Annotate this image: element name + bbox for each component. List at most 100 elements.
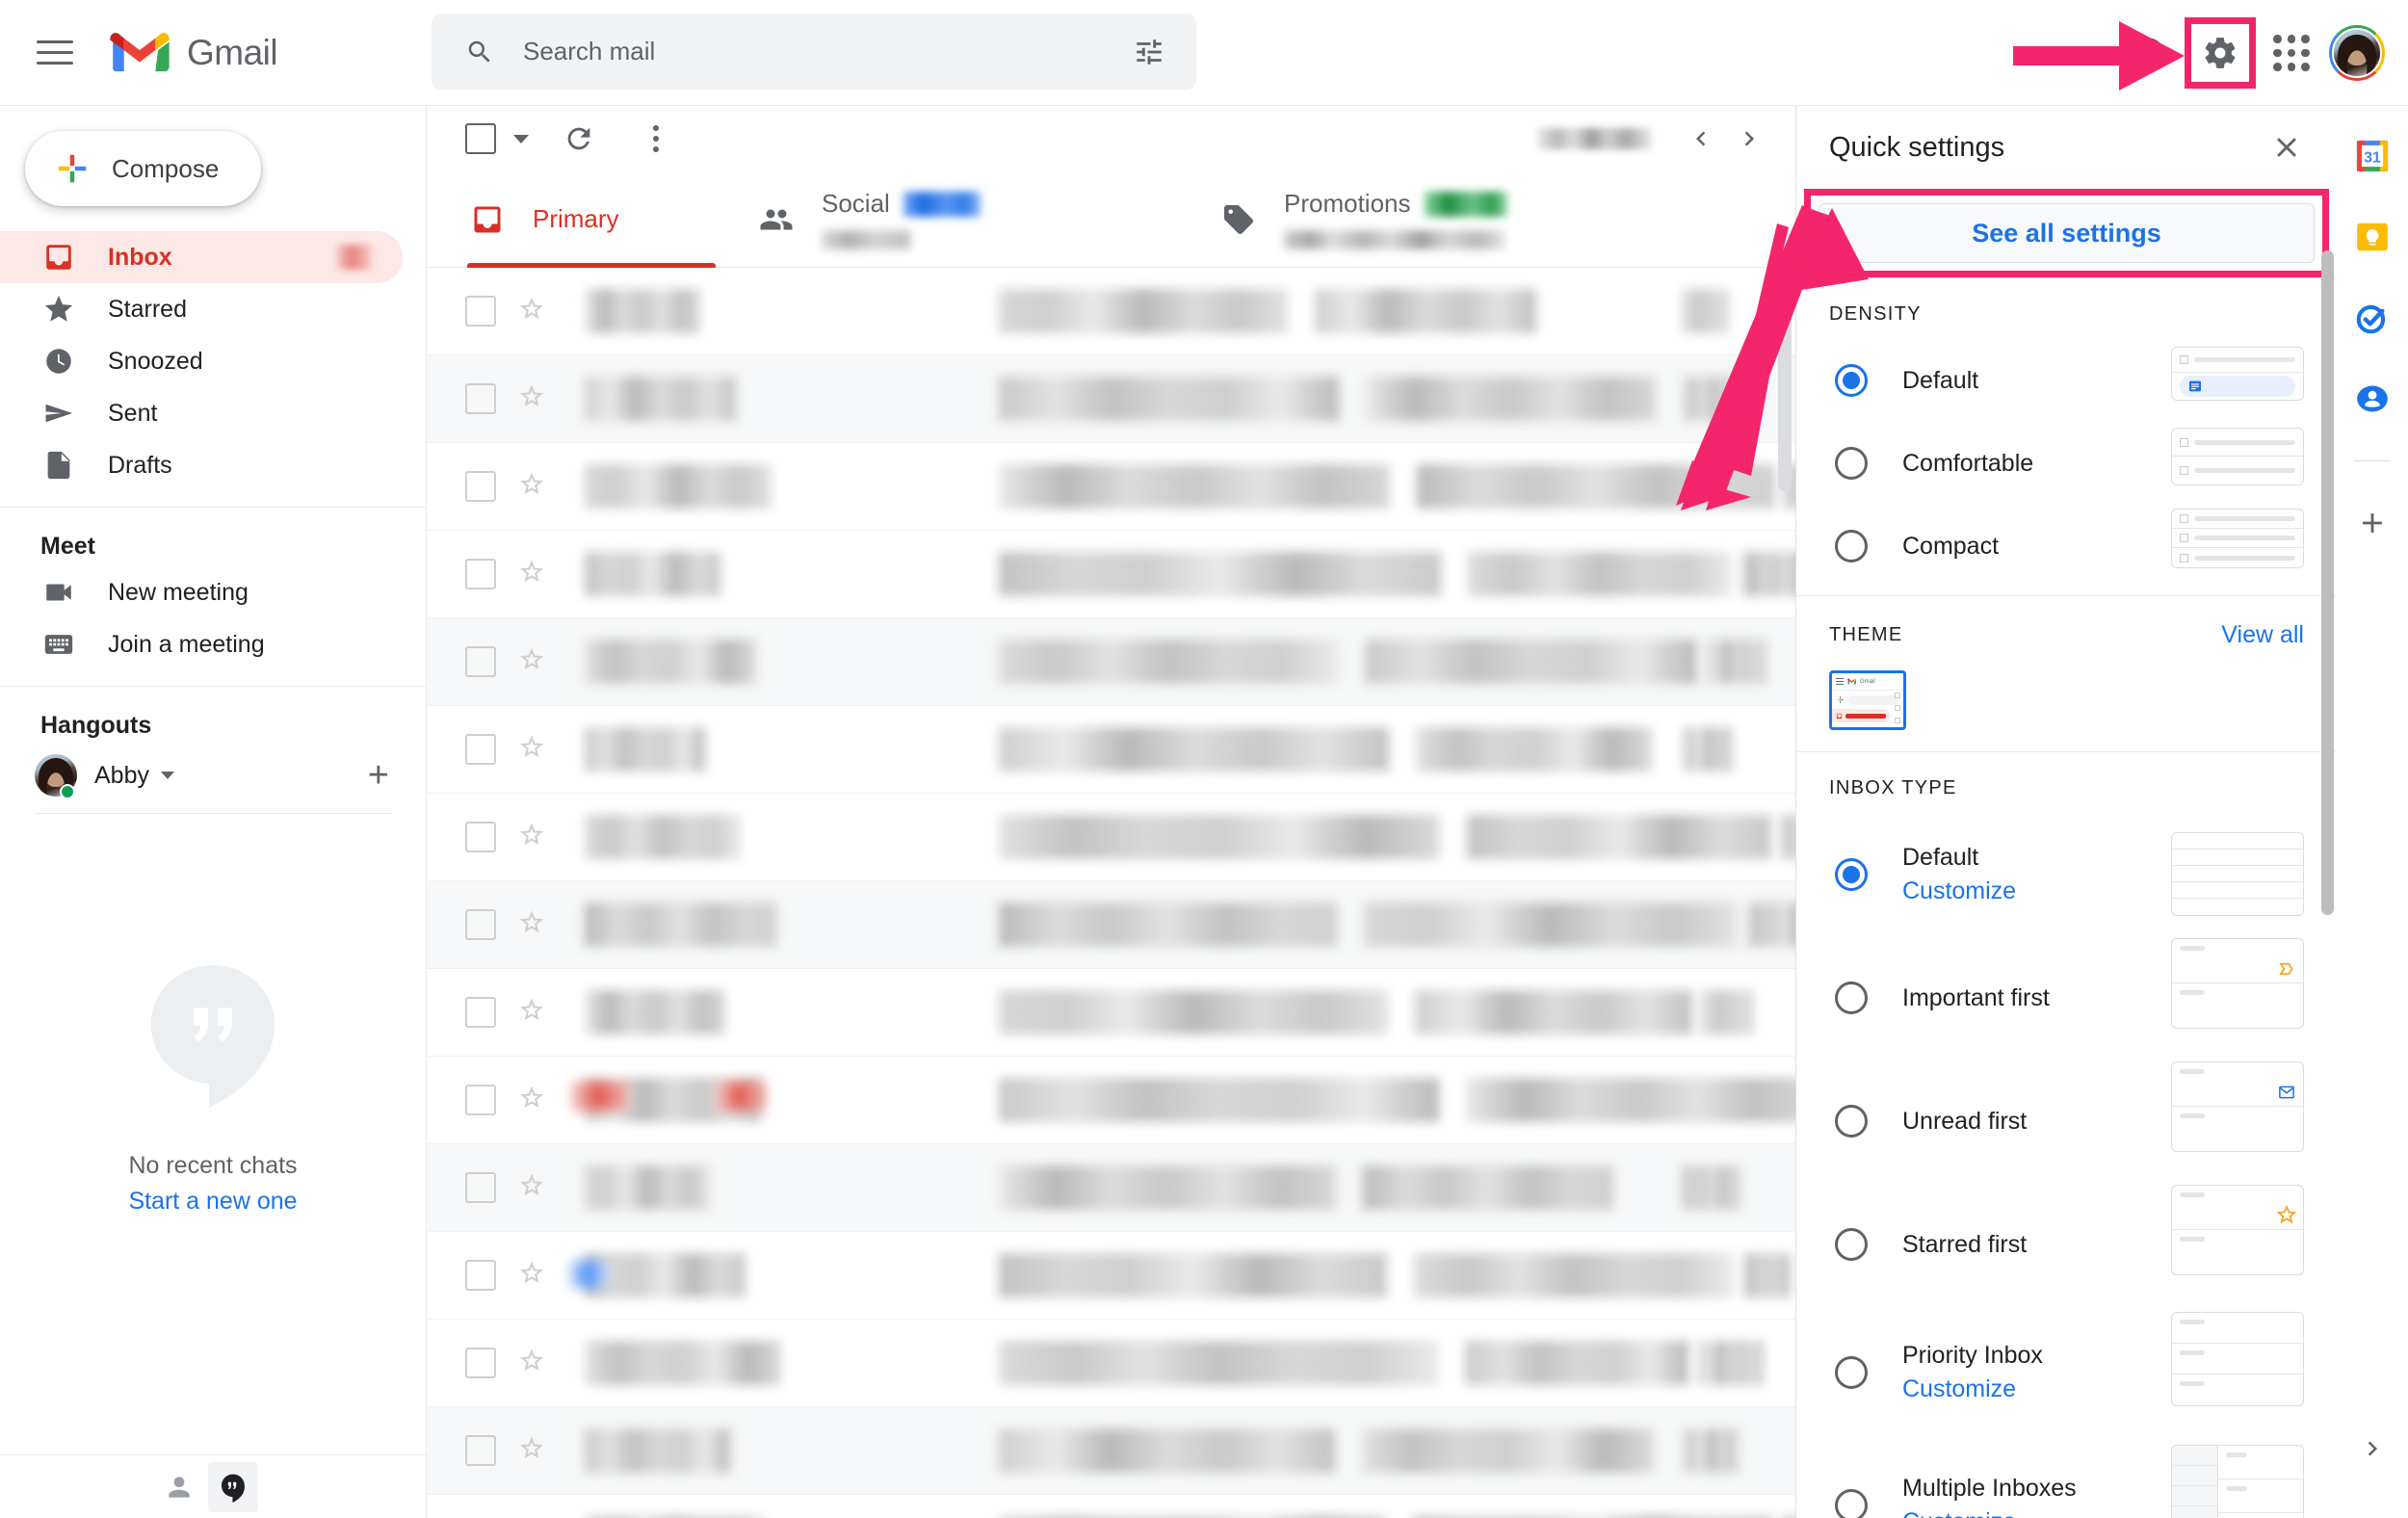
close-icon[interactable]: [2265, 126, 2308, 169]
radio-button[interactable]: [1835, 447, 1868, 480]
hangouts-user-row[interactable]: Abby +: [0, 746, 426, 805]
compose-button[interactable]: Compose: [25, 131, 261, 206]
chevron-down-icon[interactable]: [160, 772, 174, 779]
sidebar-item-new-meeting[interactable]: New meeting: [0, 566, 403, 618]
option-customize-link[interactable]: Customize: [1902, 1508, 2077, 1518]
row-checkbox[interactable]: [465, 822, 496, 852]
density-preview-comfortable[interactable]: [2171, 428, 2304, 485]
avatar[interactable]: [2327, 23, 2387, 83]
table-row[interactable]: [427, 1057, 1795, 1144]
row-checkbox[interactable]: [465, 1435, 496, 1466]
google-tasks-icon[interactable]: [2353, 299, 2392, 337]
table-row[interactable]: [427, 1407, 1795, 1495]
density-preview-compact[interactable]: [2171, 509, 2304, 568]
gmail-brand[interactable]: Gmail: [110, 31, 278, 75]
table-row[interactable]: [427, 881, 1795, 969]
radio-button[interactable]: [1835, 1228, 1868, 1261]
radio-button[interactable]: [1835, 1105, 1868, 1138]
chevron-left-icon[interactable]: [1680, 118, 1722, 160]
sidebar-item-drafts[interactable]: Drafts: [0, 439, 403, 491]
inbox-preview-multiple[interactable]: [2171, 1445, 2304, 1518]
inbox-type-option-important-first[interactable]: Important first: [1829, 938, 2304, 1046]
inbox-type-option-default[interactable]: Default Customize: [1829, 826, 2304, 923]
tab-primary[interactable]: Primary: [427, 171, 716, 268]
option-customize-link[interactable]: Customize: [1902, 877, 2016, 905]
search-input[interactable]: [521, 36, 1133, 67]
sidebar-item-starred[interactable]: Starred: [0, 283, 403, 335]
density-option-compact[interactable]: Compact: [1829, 509, 2304, 574]
sidebar-item-snoozed[interactable]: Snoozed: [0, 335, 403, 387]
star-outline-icon[interactable]: [517, 996, 546, 1030]
google-contacts-icon[interactable]: [2353, 380, 2392, 418]
select-all-checkbox[interactable]: [465, 123, 496, 154]
star-outline-icon[interactable]: [517, 558, 546, 591]
sidebar-item-join-meeting[interactable]: Join a meeting: [0, 618, 403, 670]
star-outline-icon[interactable]: [517, 1084, 546, 1117]
star-outline-icon[interactable]: [517, 382, 546, 416]
add-app-plus-icon[interactable]: [2353, 504, 2392, 542]
inbox-preview-default[interactable]: [2171, 832, 2304, 916]
row-checkbox[interactable]: [465, 909, 496, 940]
radio-button[interactable]: [1835, 1356, 1868, 1389]
sidebar-item-inbox[interactable]: Inbox: [0, 231, 403, 283]
inbox-preview-starred[interactable]: [2171, 1185, 2304, 1275]
row-checkbox[interactable]: [465, 646, 496, 677]
inbox-preview-unread[interactable]: [2171, 1061, 2304, 1152]
density-option-comfortable[interactable]: Comfortable: [1829, 428, 2304, 491]
table-row[interactable]: [427, 268, 1795, 355]
star-outline-icon[interactable]: [517, 470, 546, 504]
row-checkbox[interactable]: [465, 997, 496, 1028]
radio-button[interactable]: [1835, 364, 1868, 397]
row-checkbox[interactable]: [465, 734, 496, 765]
inbox-type-option-multiple-inboxes[interactable]: Multiple Inboxes Customize: [1829, 1445, 2304, 1518]
density-option-default[interactable]: Default: [1829, 347, 2304, 408]
search-options-icon[interactable]: [1133, 36, 1165, 68]
inbox-type-option-unread-first[interactable]: Unread first: [1829, 1061, 2304, 1169]
table-row[interactable]: [427, 355, 1795, 443]
radio-button[interactable]: [1835, 530, 1868, 563]
mail-list-scrollbar[interactable]: [1778, 270, 1792, 491]
google-apps-grid-icon[interactable]: [2262, 23, 2321, 83]
table-row[interactable]: [427, 794, 1795, 881]
theme-thumbnail-selected[interactable]: Gmail: [1829, 670, 1906, 730]
refresh-icon[interactable]: [552, 112, 606, 166]
star-outline-icon[interactable]: [517, 1259, 546, 1293]
row-checkbox[interactable]: [465, 383, 496, 414]
expand-rail-chevron-right-icon[interactable]: [2358, 1434, 2387, 1468]
table-row[interactable]: [427, 969, 1795, 1057]
row-checkbox[interactable]: [465, 1348, 496, 1378]
person-icon[interactable]: [154, 1462, 204, 1512]
start-new-chat-link[interactable]: Start a new one: [0, 1188, 426, 1216]
inbox-type-option-priority-inbox[interactable]: Priority Inbox Customize: [1829, 1312, 2304, 1426]
star-outline-icon[interactable]: [517, 1171, 546, 1205]
table-row[interactable]: [427, 1495, 1795, 1518]
row-checkbox[interactable]: [465, 471, 496, 502]
theme-view-all-link[interactable]: View all: [2221, 621, 2304, 649]
search-bar[interactable]: [432, 13, 1196, 90]
option-customize-link[interactable]: Customize: [1902, 1375, 2043, 1403]
star-outline-icon[interactable]: [517, 1347, 546, 1380]
star-outline-icon[interactable]: [517, 908, 546, 942]
row-checkbox[interactable]: [465, 559, 496, 589]
row-checkbox[interactable]: [465, 296, 496, 327]
row-checkbox[interactable]: [465, 1085, 496, 1115]
more-vertical-icon[interactable]: [629, 112, 683, 166]
table-row[interactable]: [427, 443, 1795, 531]
star-outline-icon[interactable]: [517, 1434, 546, 1468]
table-row[interactable]: [427, 531, 1795, 618]
inbox-preview-priority[interactable]: [2171, 1312, 2304, 1406]
table-row[interactable]: [427, 618, 1795, 706]
star-outline-icon[interactable]: [517, 295, 546, 328]
quick-settings-scrollbar[interactable]: [2321, 250, 2334, 915]
chevron-down-icon[interactable]: [513, 134, 529, 144]
star-outline-icon[interactable]: [517, 645, 546, 679]
table-row[interactable]: [427, 1320, 1795, 1407]
see-all-settings-button[interactable]: See all settings: [1819, 203, 2315, 263]
star-outline-icon[interactable]: [517, 733, 546, 767]
hangouts-icon[interactable]: [208, 1461, 258, 1512]
radio-button[interactable]: [1835, 1489, 1868, 1518]
sidebar-item-sent[interactable]: Sent: [0, 387, 403, 439]
inbox-type-option-starred-first[interactable]: Starred first: [1829, 1185, 2304, 1293]
row-checkbox[interactable]: [465, 1172, 496, 1203]
table-row[interactable]: [427, 706, 1795, 794]
